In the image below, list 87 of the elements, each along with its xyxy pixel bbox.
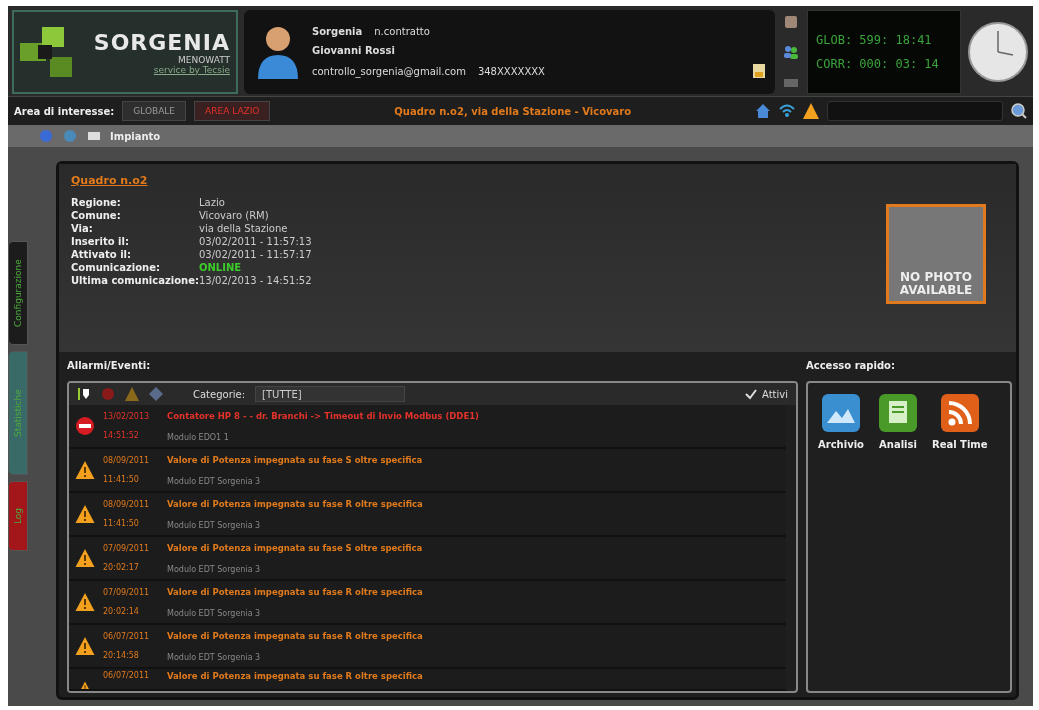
- field-label: Attivato il:: [71, 249, 132, 260]
- alarm-time: 11:41:50: [103, 519, 140, 528]
- quick-access-button[interactable]: Archivio: [818, 393, 864, 450]
- alarm-module: Modulo EDT Sorgenia 3: [167, 608, 262, 618]
- alarm-message: Valore di Potenza impegnata su fase R oltre specifica: [167, 671, 423, 681]
- checkmark-icon[interactable]: [744, 387, 758, 401]
- document-icon: [877, 393, 918, 433]
- alarm-time: 20:02:17: [103, 563, 140, 572]
- alarm-date: 07/09/2011: [103, 544, 151, 553]
- no-photo-text: NO PHOTO AVAILABLE: [899, 270, 973, 297]
- box-icon[interactable]: [783, 14, 799, 30]
- field-label: Inserito il:: [71, 236, 130, 247]
- alarm-time: 11:41:50: [103, 475, 140, 484]
- warning-icon: [75, 636, 95, 656]
- area-tab[interactable]: GLOBALE: [122, 101, 187, 121]
- counter-reading: GLOB: 599: 18:41: [816, 33, 933, 47]
- warning-icon[interactable]: [803, 103, 819, 119]
- diamond-icon[interactable]: [149, 387, 163, 401]
- area-tab[interactable]: AREA LAZIO: [194, 101, 271, 121]
- field-label: Regione:: [71, 197, 122, 208]
- field-value: Lazio: [199, 197, 226, 208]
- search-field[interactable]: [827, 101, 1003, 121]
- alarm-module: Modulo EDT Sorgenia 3: [167, 652, 262, 662]
- alarms-title: Allarmi/Eventi:: [67, 359, 152, 373]
- field-label: Comunicazione:: [71, 262, 161, 273]
- mountain-icon: [821, 393, 861, 433]
- alarm-module: Modulo EDO1 1: [167, 432, 230, 442]
- alarm-message: Contatore HP 8 - - dr. Branchi -> Timeout di Invio Modbus (DDE1): [167, 410, 479, 421]
- alarm-date: 13/02/2013: [103, 412, 151, 421]
- warning-icon: [75, 548, 95, 568]
- alarm-row[interactable]: 06/07/2011 Valore di Potenza impegnata su fase R oltre specifica: [69, 669, 786, 691]
- warning-icon: [75, 460, 95, 480]
- location-title: Quadro n.o2, via della Stazione - Vicovaro: [393, 105, 633, 117]
- breadcrumb[interactable]: Impianto: [110, 130, 161, 142]
- field-label: Via:: [71, 223, 94, 234]
- plant-title-link[interactable]: Quadro n.o2: [71, 174, 312, 187]
- alarm-module: Modulo EDT Sorgenia 3: [167, 520, 262, 530]
- sort-icon[interactable]: [77, 387, 91, 401]
- contract-label: n.contratto: [374, 26, 430, 37]
- field-value: 13/02/2013 - 14:51:52: [199, 275, 312, 286]
- alarm-message: Valore di Potenza impegnata su fase S oltre specifica: [167, 454, 423, 465]
- field-value: via della Stazione: [199, 223, 289, 234]
- alarm-module: Modulo EDT Sorgenia 3: [167, 476, 262, 486]
- stop-icon: [75, 416, 95, 436]
- field-value: 03/02/2011 - 11:57:13: [199, 236, 312, 247]
- field-value: Vicovaro (RM): [199, 210, 270, 221]
- category-dropdown[interactable]: [TUTTE]: [255, 386, 406, 402]
- clock-icon: [967, 21, 1029, 83]
- field-label: Ultima comunicazione:: [71, 275, 199, 286]
- user-phone: 348XXXXXXX: [477, 65, 545, 77]
- active-label: Attivi: [762, 388, 788, 400]
- alarm-date: 08/09/2011: [103, 500, 151, 509]
- alarm-message: Valore di Potenza impegnata su fase S oltre specifica: [167, 542, 423, 553]
- warning-icon: [75, 504, 95, 524]
- alarm-module: Modulo EDT Sorgenia 3: [167, 564, 262, 574]
- field-label: Comune:: [71, 210, 122, 221]
- users-icon[interactable]: [783, 44, 799, 60]
- alarm-time: 14:51:52: [103, 431, 140, 440]
- alarm-date: 06/07/2011: [103, 671, 151, 680]
- side-tab[interactable]: Configurazione: [8, 241, 28, 345]
- quick-access-button[interactable]: Real Time: [931, 393, 988, 450]
- quick-access-title: Accesso rapido:: [806, 359, 896, 373]
- search-icon[interactable]: [1011, 103, 1027, 119]
- brand-name: SORGENIA: [93, 29, 230, 55]
- alarm-message: Valore di Potenza impegnata su fase R oltre specifica: [167, 586, 423, 597]
- alarm-date: 08/09/2011: [103, 456, 151, 465]
- alarm-message: Valore di Potenza impegnata su fase R oltre specifica: [167, 498, 423, 509]
- home-icon[interactable]: [755, 103, 771, 119]
- alarm-date: 07/09/2011: [103, 588, 151, 597]
- product-name: MENOWATT: [178, 54, 230, 65]
- area-label: Area di interesse:: [14, 105, 115, 117]
- rss-icon: [939, 393, 980, 433]
- user-name: Giovanni Rossi: [312, 45, 396, 56]
- category-label: Categorie:: [193, 388, 246, 400]
- alarm-time: 20:14:58: [103, 651, 140, 660]
- quick-access-button[interactable]: Analisi: [877, 393, 918, 450]
- alarm-time: 20:02:14: [103, 607, 140, 616]
- warning-icon: [75, 592, 95, 612]
- field-value: 03/02/2011 - 11:57:17: [199, 249, 312, 260]
- alarm-message: Valore di Potenza impegnata su fase R oltre specifica: [167, 630, 423, 641]
- user-email: controllo_sorgenia@gmail.com: [312, 65, 466, 77]
- wifi-icon[interactable]: [779, 103, 795, 119]
- counter-reading: CORR: 000: 03: 14: [816, 57, 940, 71]
- tagline-link[interactable]: service by Tecsie: [153, 64, 230, 75]
- company-name: Sorgenia: [312, 26, 363, 37]
- alarm-date: 06/07/2011: [103, 632, 151, 641]
- status-value: ONLINE: [199, 262, 243, 273]
